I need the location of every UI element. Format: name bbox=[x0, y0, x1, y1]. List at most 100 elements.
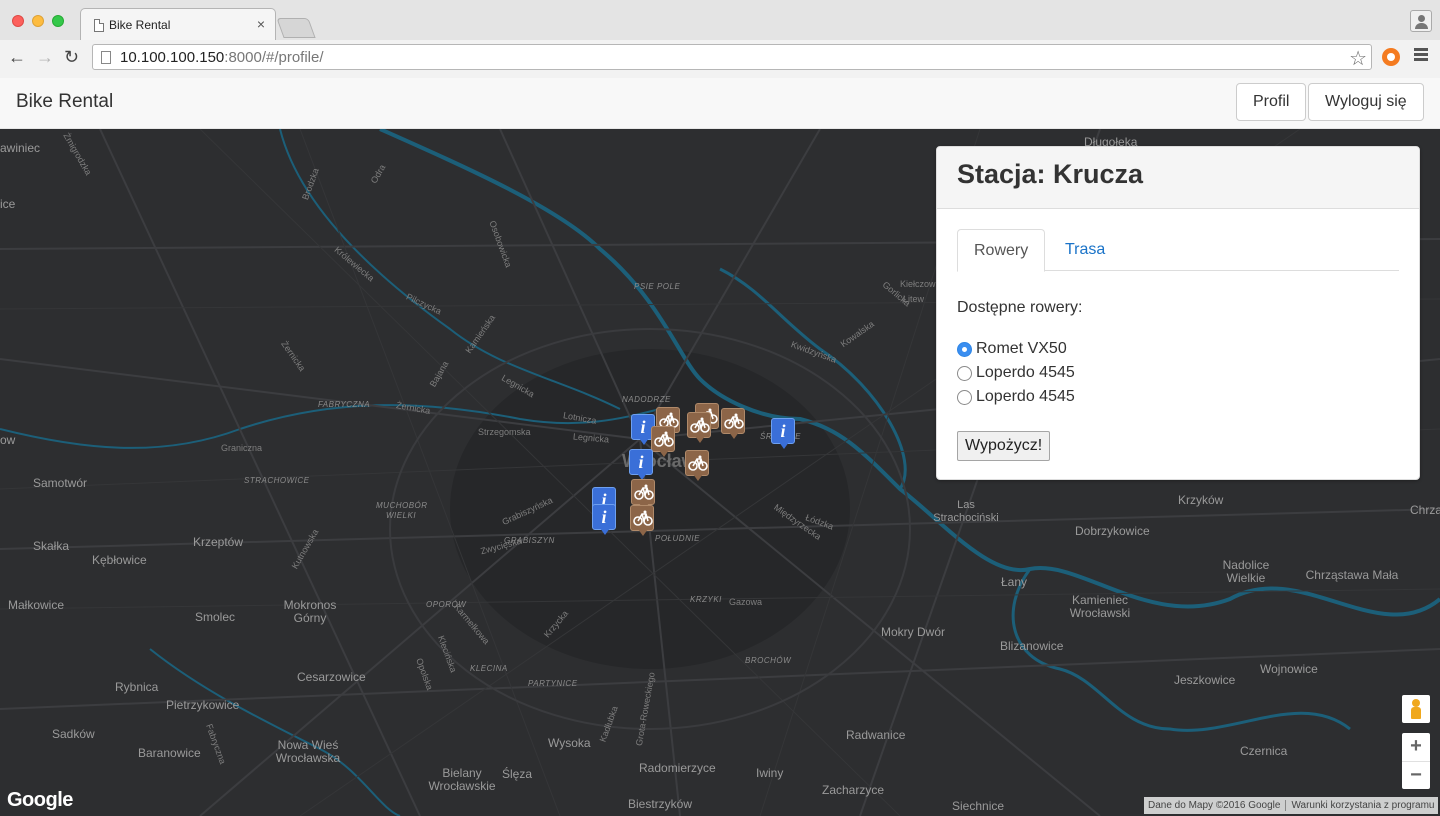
forward-arrow-icon[interactable]: → bbox=[36, 46, 54, 68]
bike-station-marker[interactable] bbox=[651, 426, 675, 457]
map-label: Kamieniec Wrocławski bbox=[1069, 593, 1131, 620]
map-label: Jeszkowice bbox=[1174, 673, 1236, 687]
menu-icon[interactable] bbox=[1414, 48, 1430, 62]
bike-name[interactable]: Romet VX50 bbox=[976, 340, 1067, 358]
close-window-button[interactable] bbox=[12, 15, 24, 27]
map-label: Rybnica bbox=[115, 680, 159, 694]
info-icon: i bbox=[638, 452, 644, 472]
user-profile-icon[interactable] bbox=[1410, 10, 1432, 32]
info-marker[interactable]: i bbox=[592, 504, 616, 535]
browser-chrome: Bike Rental × ← → ↻ 10.100.100.150:8000/… bbox=[0, 0, 1440, 78]
reload-icon[interactable]: ↻ bbox=[64, 46, 79, 68]
url-text[interactable]: 10.100.100.150:8000/#/profile/ bbox=[120, 49, 324, 66]
minimize-window-button[interactable] bbox=[32, 15, 44, 27]
tab-strip: Bike Rental × bbox=[0, 0, 1440, 40]
street-view-pegman-icon[interactable] bbox=[1402, 695, 1430, 723]
map-label: Smolec bbox=[195, 610, 236, 624]
page-icon bbox=[101, 51, 111, 64]
map-label: Biestrzyków bbox=[628, 797, 693, 811]
map-label: awiniec bbox=[0, 141, 41, 155]
district-label: MUCHOBÓR WIELKI bbox=[376, 501, 428, 520]
tab-bikes[interactable]: Rowery bbox=[957, 229, 1046, 272]
info-marker[interactable]: i bbox=[629, 449, 653, 480]
google-logo[interactable]: Google bbox=[7, 789, 73, 812]
map-label: Chrząstawa Mała bbox=[1305, 568, 1399, 582]
logout-button[interactable]: Wyloguj się bbox=[1308, 83, 1424, 121]
district-label: BROCHÓW bbox=[745, 656, 792, 665]
bike-station-marker[interactable] bbox=[687, 412, 711, 443]
bike-radio[interactable] bbox=[957, 366, 972, 381]
zoom-in-button[interactable]: + bbox=[1402, 733, 1430, 761]
brand-title[interactable]: Bike Rental bbox=[16, 91, 113, 113]
map-label: Kębłowice bbox=[92, 553, 147, 567]
bicycle-icon bbox=[690, 417, 710, 433]
map-label: Wysoka bbox=[548, 736, 591, 750]
address-bar[interactable]: 10.100.100.150:8000/#/profile/ ☆ bbox=[92, 44, 1372, 70]
street-label: Gazowa bbox=[729, 597, 763, 607]
station-panel: Stacja: Krucza Rowery Trasa Dostępne row… bbox=[936, 146, 1420, 480]
terms-link[interactable]: Warunki korzystania z programu bbox=[1291, 800, 1434, 811]
bike-station-marker[interactable] bbox=[685, 450, 709, 481]
bicycle-icon bbox=[688, 455, 708, 471]
bike-station-marker[interactable] bbox=[630, 505, 654, 536]
map-label: Ślęza bbox=[502, 767, 533, 781]
panel-heading: Stacja: Krucza bbox=[937, 147, 1419, 209]
map-label: Nadolice Wielkie bbox=[1222, 558, 1270, 585]
panel-tabs: Rowery Trasa bbox=[957, 229, 1399, 272]
rent-button[interactable]: Wypożycz! bbox=[957, 431, 1051, 461]
map-label: Czernica bbox=[1240, 744, 1288, 758]
map-label: Baranowice bbox=[138, 746, 201, 760]
station-title: Stacja: Krucza bbox=[957, 159, 1144, 189]
district-label: PARTYNICE bbox=[528, 679, 578, 688]
profile-button[interactable]: Profil bbox=[1236, 83, 1307, 121]
map-label: ice bbox=[0, 197, 16, 211]
attribution-data: Dane do Mapy ©2016 Google bbox=[1148, 800, 1281, 811]
map-label: Zacharzyce bbox=[822, 783, 885, 797]
bookmark-star-icon[interactable]: ☆ bbox=[1349, 46, 1367, 71]
tab-close-icon[interactable]: × bbox=[257, 16, 265, 32]
bike-radio[interactable] bbox=[957, 342, 972, 357]
bicycle-icon bbox=[634, 484, 654, 500]
bike-name[interactable]: Loperdo 4545 bbox=[976, 364, 1075, 382]
map-label: Radwanice bbox=[846, 728, 906, 742]
bike-station-marker[interactable] bbox=[721, 408, 745, 439]
map-label: Mokry Dwór bbox=[881, 625, 946, 639]
new-tab-button[interactable] bbox=[276, 18, 316, 38]
tab-route[interactable]: Trasa bbox=[1049, 229, 1121, 271]
browser-tab[interactable]: Bike Rental × bbox=[80, 8, 276, 40]
map-label: Wojnowice bbox=[1260, 662, 1318, 676]
maximize-window-button[interactable] bbox=[52, 15, 64, 27]
app-navbar: Bike Rental Profil Wyloguj się bbox=[0, 78, 1440, 129]
info-icon: i bbox=[780, 421, 786, 441]
district-label: FABRYCZNA bbox=[318, 400, 371, 409]
bike-station-marker[interactable] bbox=[631, 479, 655, 510]
info-marker[interactable]: i bbox=[771, 418, 795, 449]
tab-title: Bike Rental bbox=[109, 18, 171, 32]
map-label: Cesarzowice bbox=[297, 670, 366, 684]
map-label: Samotwór bbox=[33, 476, 88, 490]
map-label: Pietrzykowice bbox=[166, 698, 240, 712]
zoom-out-button[interactable]: − bbox=[1402, 761, 1430, 789]
street-label: Graniczna bbox=[221, 443, 263, 453]
map-label: Nowa Wieś Wrocławska bbox=[275, 738, 341, 765]
map-label: Siechnice bbox=[952, 799, 1005, 813]
extension-icon[interactable] bbox=[1382, 48, 1400, 66]
bicycle-icon bbox=[654, 431, 674, 447]
map-label: Dobrzykowice bbox=[1075, 524, 1150, 538]
map-label: Las Strachociński bbox=[933, 499, 999, 524]
map-attribution: Dane do Mapy ©2016 Google Warunki korzyst… bbox=[1144, 797, 1439, 814]
map-label: Bielany Wrocławskie bbox=[428, 766, 496, 793]
back-arrow-icon[interactable]: ← bbox=[8, 46, 26, 68]
map-label: ow bbox=[0, 433, 16, 447]
map-label: Skałka bbox=[33, 539, 70, 553]
district-label: KLECINA bbox=[470, 664, 508, 673]
bike-name[interactable]: Loperdo 4545 bbox=[976, 388, 1075, 406]
bike-radio[interactable] bbox=[957, 390, 972, 405]
map-label: Mokronos Górny bbox=[283, 598, 337, 625]
district-label: KRZYKI bbox=[690, 595, 722, 604]
zoom-control: + − bbox=[1402, 733, 1430, 789]
map-label: Iwiny bbox=[756, 766, 784, 780]
browser-toolbar: ← → ↻ 10.100.100.150:8000/#/profile/ ☆ bbox=[0, 40, 1440, 78]
district-label: PSIE POLE bbox=[634, 282, 681, 291]
district-label: NADODRZE bbox=[622, 395, 671, 404]
